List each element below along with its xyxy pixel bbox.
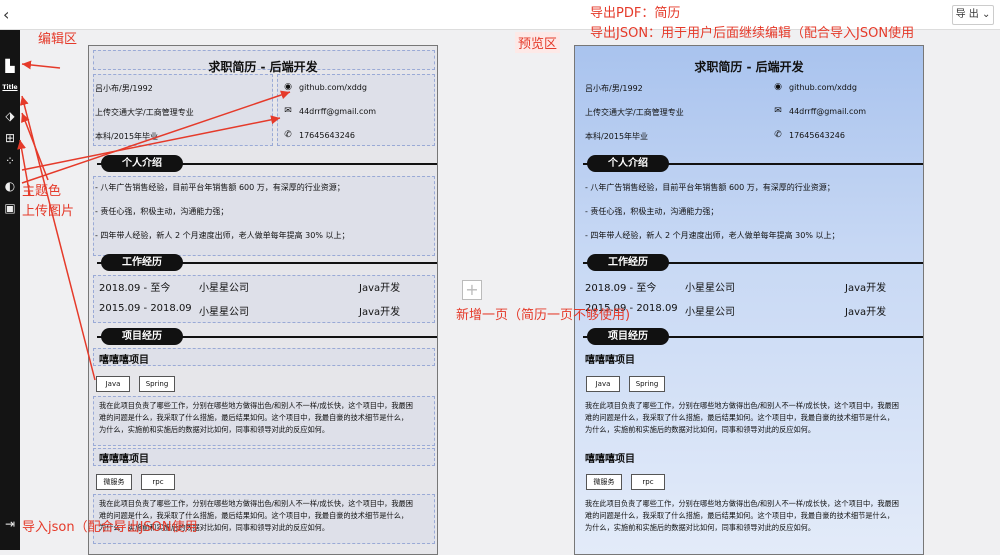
info-phone: 17645643246 (789, 131, 845, 140)
work-role[interactable]: Java开发 (359, 303, 400, 318)
preview-page: 求职简历 - 后端开发 吕小布/男/1992 上传交通大学/工商管理专业 本科/… (574, 45, 924, 555)
arrow-theme-color (21, 112, 49, 181)
mail-icon: ✉ (284, 106, 292, 116)
desc-line: 为什么，实施前和实施后的数据对比如何，同事和领导对此的反应如何。 (585, 523, 816, 532)
project-name[interactable]: 嘻嘻嘻项目 (99, 351, 149, 366)
intro-item[interactable]: - 八年广告销售经验，目前平台年销售额 600 万，有深厚的行业资源； (95, 182, 345, 193)
modules-icon[interactable]: ⁘ (2, 153, 18, 169)
info-degree[interactable]: 本科/2015年毕业 (95, 131, 158, 142)
info-email: 44drrff@gmail.com (789, 107, 867, 116)
annotation-theme-color: 主题色 (22, 184, 62, 199)
section-work-title: 工作经历 (587, 254, 669, 271)
export-button[interactable]: 导 出 ⌄ (952, 5, 994, 25)
project-name: 嘻嘻嘻项目 (585, 355, 635, 366)
image-icon[interactable]: ▣ (2, 200, 18, 216)
section-work[interactable]: 工作经历 (97, 253, 437, 273)
work-date: 2018.09 - 至今 (585, 283, 657, 294)
info-school: 上传交通大学/工商管理专业 (585, 108, 684, 117)
desc-line: 我在此项目负责了哪些工作，分别在哪些地方做得出色/和别人不一样/成长快，这个项目… (99, 401, 413, 410)
project-tag: 微服务 (586, 474, 622, 490)
intro-item[interactable]: - 四年带人经验，新人 2 个月速度出师，老人做单每年提高 30% 以上； (95, 230, 349, 241)
section-projects-title: 项目经历 (101, 328, 183, 345)
project-name[interactable]: 嘻嘻嘻项目 (99, 450, 149, 465)
desc-line: 难的问题是什么，我采取了什么措施，最后结果如何。这个项目中，我最自豪的技术细节是… (585, 511, 895, 520)
phone-icon: ✆ (284, 130, 292, 140)
project-tag[interactable]: Java (96, 376, 130, 392)
project-tag[interactable]: rpc (141, 474, 175, 490)
section-intro-title: 个人介绍 (587, 155, 669, 172)
annotation-export-pdf: 导出PDF：简历 (590, 6, 681, 21)
import-icon[interactable]: ⇥ (2, 516, 18, 532)
github-icon: ◉ (284, 82, 292, 92)
mail-icon: ✉ (774, 106, 782, 116)
work-date[interactable]: 2018.09 - 至今 (99, 279, 170, 294)
work-date[interactable]: 2015.09 - 2018.09 (99, 303, 192, 314)
info-github: github.com/xddg (789, 83, 857, 92)
desc-line: 难的问题是什么，我采取了什么措施，最后结果如何。这个项目中，我最自豪的技术细节是… (585, 413, 895, 422)
annotation-add-page: 新增一页（简历一页不够使用) (456, 308, 631, 323)
info-name[interactable]: 吕小布/男/1992 (95, 83, 153, 94)
desc-line: 为什么，实施前和实施后的数据对比如何，同事和领导对此的反应如何。 (585, 425, 816, 434)
info-name: 吕小布/男/1992 (585, 84, 643, 93)
add-page-button[interactable]: + (462, 280, 482, 300)
project-tag: Java (586, 376, 620, 392)
info-school[interactable]: 上传交通大学/工商管理专业 (95, 107, 194, 118)
info-degree: 本科/2015年毕业 (585, 132, 649, 141)
section-projects[interactable]: 项目经历 (97, 327, 437, 347)
project-desc: 我在此项目负责了哪些工作，分别在哪些地方做得出色/和别人不一样/成长快，这个项目… (585, 400, 915, 436)
arrow-title (19, 95, 96, 381)
annotation-edit-area: 编辑区 (38, 32, 78, 47)
work-company: 小星星公司 (685, 283, 735, 294)
section-intro: 个人介绍 (583, 154, 923, 174)
desc-line: 难的问题是什么，我采取了什么措施，最后结果如何。这个项目中，我最自豪的技术细节是… (99, 413, 409, 422)
section-projects: 项目经历 (583, 327, 923, 347)
work-company[interactable]: 小星星公司 (199, 279, 249, 294)
section-intro-title: 个人介绍 (101, 155, 183, 172)
section-work-title: 工作经历 (101, 254, 183, 271)
project-tag[interactable]: Spring (139, 376, 175, 392)
work-company[interactable]: 小星星公司 (199, 303, 249, 318)
project-tag: Spring (629, 376, 665, 392)
project-desc[interactable]: 我在此项目负责了哪些工作，分别在哪些地方做得出色/和别人不一样/成长快，这个项目… (99, 400, 429, 436)
palette-icon[interactable]: ◐ (2, 178, 18, 194)
work-role: Java开发 (845, 283, 887, 294)
project-name: 嘻嘻嘻项目 (585, 454, 635, 465)
annotation-import-json: 导入json（配合导出JSON使用 (22, 520, 198, 535)
grid-icon[interactable]: ⊞ (2, 130, 18, 146)
section-work: 工作经历 (583, 253, 923, 273)
work-company: 小星星公司 (685, 307, 735, 318)
section-intro[interactable]: 个人介绍 (97, 154, 437, 174)
desc-line: 我在此项目负责了哪些工作，分别在哪些地方做得出色/和别人不一样/成长快，这个项目… (99, 499, 413, 508)
github-icon: ◉ (774, 82, 782, 92)
chevron-left-icon[interactable]: ‹ (3, 5, 9, 24)
desc-line: 我在此项目负责了哪些工作，分别在哪些地方做得出色/和别人不一样/成长快，这个项目… (585, 499, 899, 508)
tag-icon[interactable]: ⬗ (2, 108, 18, 124)
intro-item: - 四年带人经验，新人 2 个月速度出师，老人做单每年提高 30% 以上； (585, 231, 840, 240)
info-email[interactable]: 44drrff@gmail.com (299, 107, 376, 116)
intro-item: - 八年广告销售经验，目前平台年销售额 600 万，有深厚的行业资源； (585, 183, 835, 192)
project-tag[interactable]: 微服务 (96, 474, 132, 490)
intro-item: - 责任心强，积极主动，沟通能力强； (585, 207, 719, 216)
work-role[interactable]: Java开发 (359, 279, 400, 294)
annotation-preview-area: 预览区 (515, 32, 561, 53)
section-projects-title: 项目经历 (587, 328, 669, 345)
title-tool-button[interactable]: Title (1, 84, 19, 91)
arrow-edit-area (21, 60, 61, 70)
desc-line: 我在此项目负责了哪些工作，分别在哪些地方做得出色/和别人不一样/成长快，这个项目… (585, 401, 899, 410)
editor-page[interactable]: 求职简历 - 后端开发 吕小布/男/1992 上传交通大学/工商管理专业 本科/… (88, 45, 438, 555)
project-tag: rpc (631, 474, 665, 490)
annotation-export-json: 导出JSON：用于用户后面继续编辑（配合导入JSON使用 (590, 26, 915, 41)
intro-item[interactable]: - 责任心强，积极主动，沟通能力强； (95, 206, 228, 217)
resume-title: 求职简历 - 后端开发 (694, 60, 804, 74)
info-phone[interactable]: 17645643246 (299, 131, 355, 140)
layout-icon[interactable]: ▙ (2, 58, 18, 74)
resume-title[interactable]: 求职简历 - 后端开发 (89, 58, 437, 75)
info-github[interactable]: github.com/xddg (299, 83, 367, 92)
project-desc: 我在此项目负责了哪些工作，分别在哪些地方做得出色/和别人不一样/成长快，这个项目… (585, 498, 915, 534)
desc-line: 为什么，实施前和实施后的数据对比如何，同事和领导对此的反应如何。 (99, 425, 330, 434)
annotation-upload-image: 上传图片 (22, 204, 75, 219)
phone-icon: ✆ (774, 130, 782, 140)
work-role: Java开发 (845, 307, 887, 318)
sidebar: ▙ Title ⬗ ⊞ ⁘ ◐ ▣ ⇥ (0, 30, 20, 550)
